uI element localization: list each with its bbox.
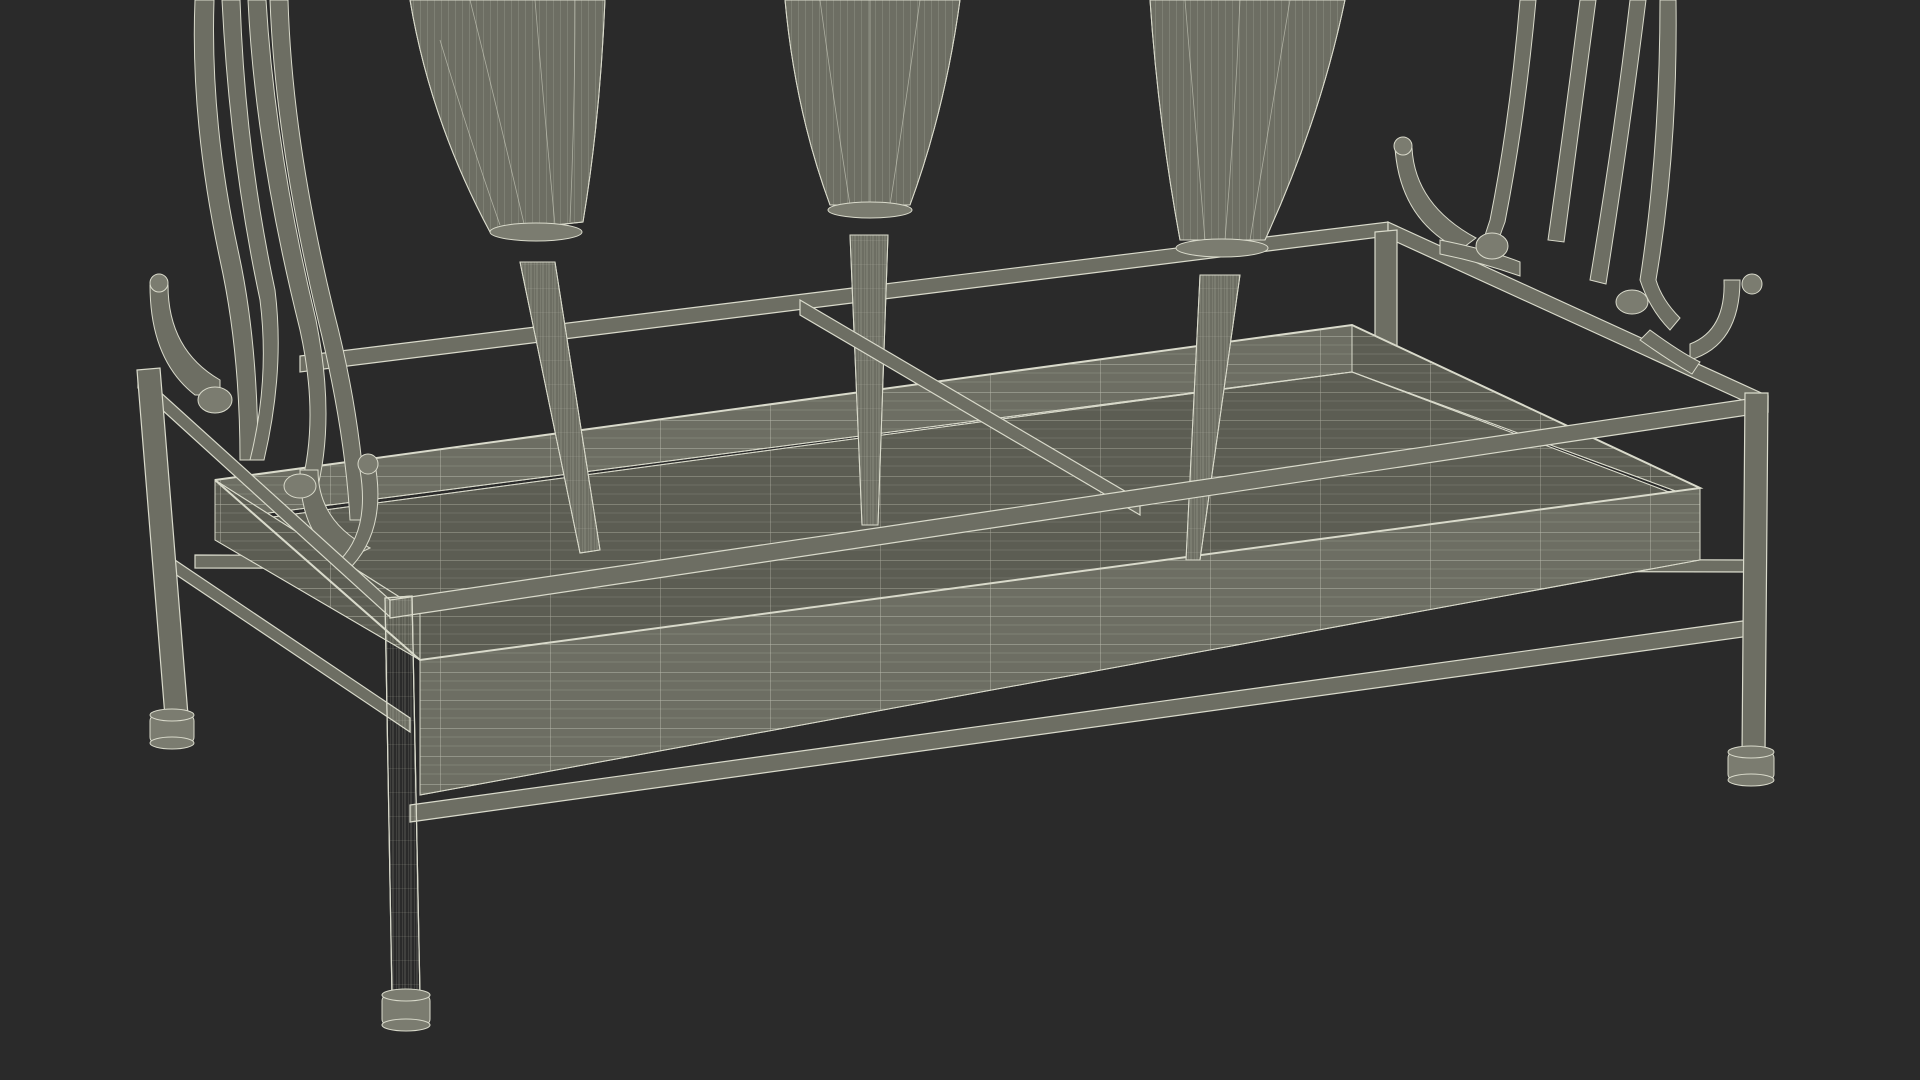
frame-front-right-post (1741, 392, 1769, 756)
frame-knob-left-front (283, 473, 317, 499)
umbrella-right-collar (1175, 238, 1269, 258)
foot-front-left (381, 988, 431, 1032)
hook-right-back-cap (1393, 136, 1413, 156)
foot-front-right (1727, 745, 1775, 787)
frame-knob-right-back (1475, 232, 1509, 260)
frame-knob-left-back (197, 386, 233, 414)
hook-right-front-cap (1741, 273, 1763, 295)
hook-left-front-cap (357, 453, 379, 475)
umbrella-left-collar (489, 222, 583, 242)
hook-left-back-cap (149, 273, 169, 293)
umbrella-middle-collar (827, 201, 913, 219)
foot-back-left (149, 708, 195, 750)
umbrella-stand-wireframe-render (0, 0, 1920, 1080)
frame-knob-right-front (1615, 289, 1649, 315)
